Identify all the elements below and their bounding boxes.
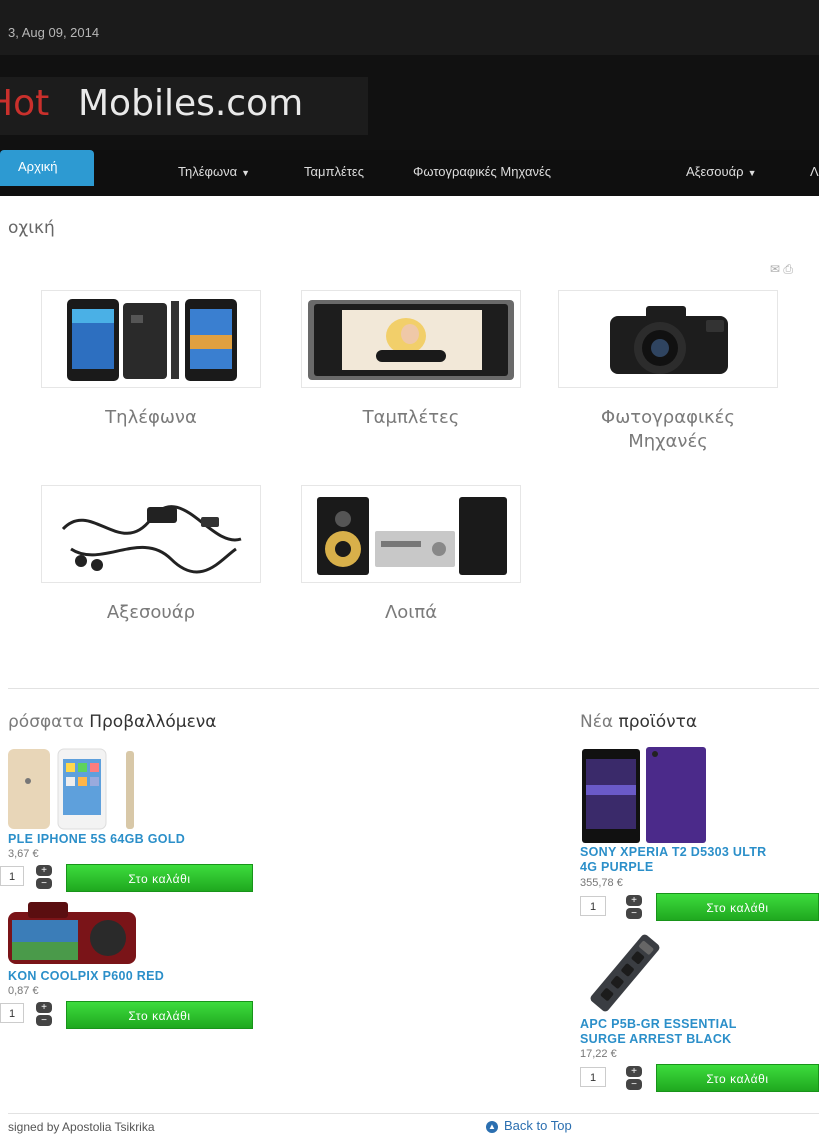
category-label: Λοιπά — [384, 602, 438, 623]
quantity-stepper[interactable]: + − — [626, 1066, 642, 1090]
minus-icon[interactable]: − — [626, 1079, 642, 1090]
new-title-b: προϊόντα — [618, 712, 698, 732]
add-to-cart-button[interactable]: Στο καλάθι — [66, 1001, 253, 1029]
nav-item-phones[interactable]: Τηλέφωνα ▼ — [178, 164, 250, 179]
product-name-link[interactable]: PLE IPHONE 5S 64GB GOLD — [8, 832, 185, 847]
plus-icon[interactable]: + — [36, 1002, 52, 1013]
product-name-line2: SURGE ARREST BLACK — [580, 1032, 732, 1046]
tablet-image[interactable] — [301, 290, 521, 388]
quantity-input[interactable]: 1 — [580, 1067, 606, 1087]
xperia-image[interactable] — [580, 745, 710, 845]
product-price: 355,78 € — [580, 877, 623, 889]
speakers-image[interactable] — [301, 485, 521, 583]
nav-item-more[interactable]: Λ — [810, 164, 819, 179]
phones-image[interactable] — [41, 290, 261, 388]
category-label-line1: Φωτογραφικές — [601, 407, 735, 428]
email-icon[interactable]: ✉ — [770, 262, 780, 276]
category-other[interactable]: Λοιπά — [301, 485, 521, 625]
minus-icon[interactable]: − — [36, 878, 52, 889]
product-name-link[interactable]: SONY XPERIA T2 D5303 ULTR 4G PURPLE — [580, 845, 767, 875]
product-price: 3,67 € — [8, 848, 39, 860]
power-strip-image[interactable] — [580, 928, 670, 1018]
page-title: οχική — [8, 218, 55, 238]
minus-icon[interactable]: − — [626, 908, 642, 919]
new-products-title: Νέα προϊόντα — [580, 712, 697, 732]
nav-item-cameras[interactable]: Φωτογραφικές Μηχανές — [413, 164, 551, 179]
recent-section-title: ρόσφατα Προβαλλόμενα — [8, 712, 217, 732]
minus-icon[interactable]: − — [36, 1015, 52, 1026]
caret-down-icon: ▼ — [747, 168, 757, 178]
site-logo[interactable]: Hot Mobiles.com — [0, 77, 368, 135]
back-to-top-label: Back to Top — [504, 1118, 572, 1133]
nav-item-label: Φωτογραφικές Μηχανές — [413, 164, 552, 179]
nav-item-tablets[interactable]: Ταμπλέτες — [304, 164, 364, 179]
recent-title-a: ρόσφατα — [8, 712, 84, 732]
nav-item-label: Ταμπλέτες — [304, 164, 364, 179]
product-name-line1: SONY XPERIA T2 D5303 ULTR — [580, 845, 767, 859]
category-cameras[interactable]: Φωτογραφικές Μηχανές — [558, 290, 778, 454]
nav-item-label: Τηλέφωνα — [178, 164, 238, 179]
product-name-line2: 4G PURPLE — [580, 860, 654, 874]
footer-divider — [8, 1113, 819, 1114]
logo-main-text: Mobiles.com — [78, 83, 304, 124]
caret-down-icon: ▼ — [241, 168, 251, 178]
add-to-cart-button[interactable]: Στο καλάθι — [656, 893, 819, 921]
iphone-image[interactable] — [8, 745, 138, 833]
plus-icon[interactable]: + — [626, 1066, 642, 1077]
category-tablets[interactable]: Ταμπλέτες — [301, 290, 521, 430]
nav-item-home[interactable]: Αρχική — [0, 150, 94, 186]
top-bar: 3, Aug 09, 2014 — [0, 0, 819, 55]
nav-item-label: Αρχική — [18, 159, 58, 174]
quantity-input[interactable]: 1 — [580, 896, 606, 916]
recent-title-b: Προβαλλόμενα — [89, 712, 217, 732]
nav-item-label: Αξεσουάρ — [686, 164, 744, 179]
quantity-stepper[interactable]: + − — [626, 895, 642, 919]
category-label: Ταμπλέτες — [362, 407, 460, 428]
coolpix-image[interactable] — [8, 898, 138, 968]
product-price: 0,87 € — [8, 985, 39, 997]
quantity-stepper[interactable]: + − — [36, 865, 52, 889]
footer-credit: signed by Apostolia Tsikrika — [8, 1120, 155, 1134]
category-label: Φωτογραφικές Μηχανές — [558, 406, 778, 454]
product-name-link[interactable]: APC P5B-GR ESSENTIAL SURGE ARREST BLACK — [580, 1017, 737, 1047]
back-to-top-link[interactable]: ▲ Back to Top — [486, 1118, 572, 1133]
quantity-input[interactable]: 1 — [0, 1003, 24, 1023]
date-text: 3, Aug 09, 2014 — [8, 25, 100, 40]
product-name-link[interactable]: KON COOLPIX P600 RED — [8, 969, 164, 984]
new-title-a: Νέα — [580, 712, 614, 732]
arrow-up-icon: ▲ — [486, 1121, 498, 1133]
section-divider — [8, 688, 819, 689]
quantity-input[interactable]: 1 — [0, 866, 24, 886]
plus-icon[interactable]: + — [36, 865, 52, 876]
header: Hot Mobiles.com — [0, 55, 819, 150]
category-label-line2: Μηχανές — [628, 431, 708, 452]
logo-hot-text: Hot — [0, 83, 50, 124]
quantity-stepper[interactable]: + − — [36, 1002, 52, 1026]
print-icon[interactable]: ⎙ — [783, 262, 793, 276]
category-label: Αξεσουάρ — [106, 602, 196, 623]
add-to-cart-button[interactable]: Στο καλάθι — [66, 864, 253, 892]
nav-item-accessories[interactable]: Αξεσουάρ ▼ — [686, 164, 756, 179]
category-phones[interactable]: Τηλέφωνα — [41, 290, 261, 430]
nav-item-label: Λ — [810, 164, 819, 179]
product-name-line1: APC P5B-GR ESSENTIAL — [580, 1017, 737, 1031]
add-to-cart-button[interactable]: Στο καλάθι — [656, 1064, 819, 1092]
category-accessories[interactable]: Αξεσουάρ — [41, 485, 261, 625]
page-tools: ✉ ⎙ — [770, 262, 793, 277]
category-label: Τηλέφωνα — [105, 407, 197, 428]
product-price: 17,22 € — [580, 1048, 617, 1060]
plus-icon[interactable]: + — [626, 895, 642, 906]
main-nav: Αρχική Τηλέφωνα ▼ Ταμπλέτες Φωτογραφικές … — [0, 150, 819, 196]
camera-image[interactable] — [558, 290, 778, 388]
accessories-image[interactable] — [41, 485, 261, 583]
